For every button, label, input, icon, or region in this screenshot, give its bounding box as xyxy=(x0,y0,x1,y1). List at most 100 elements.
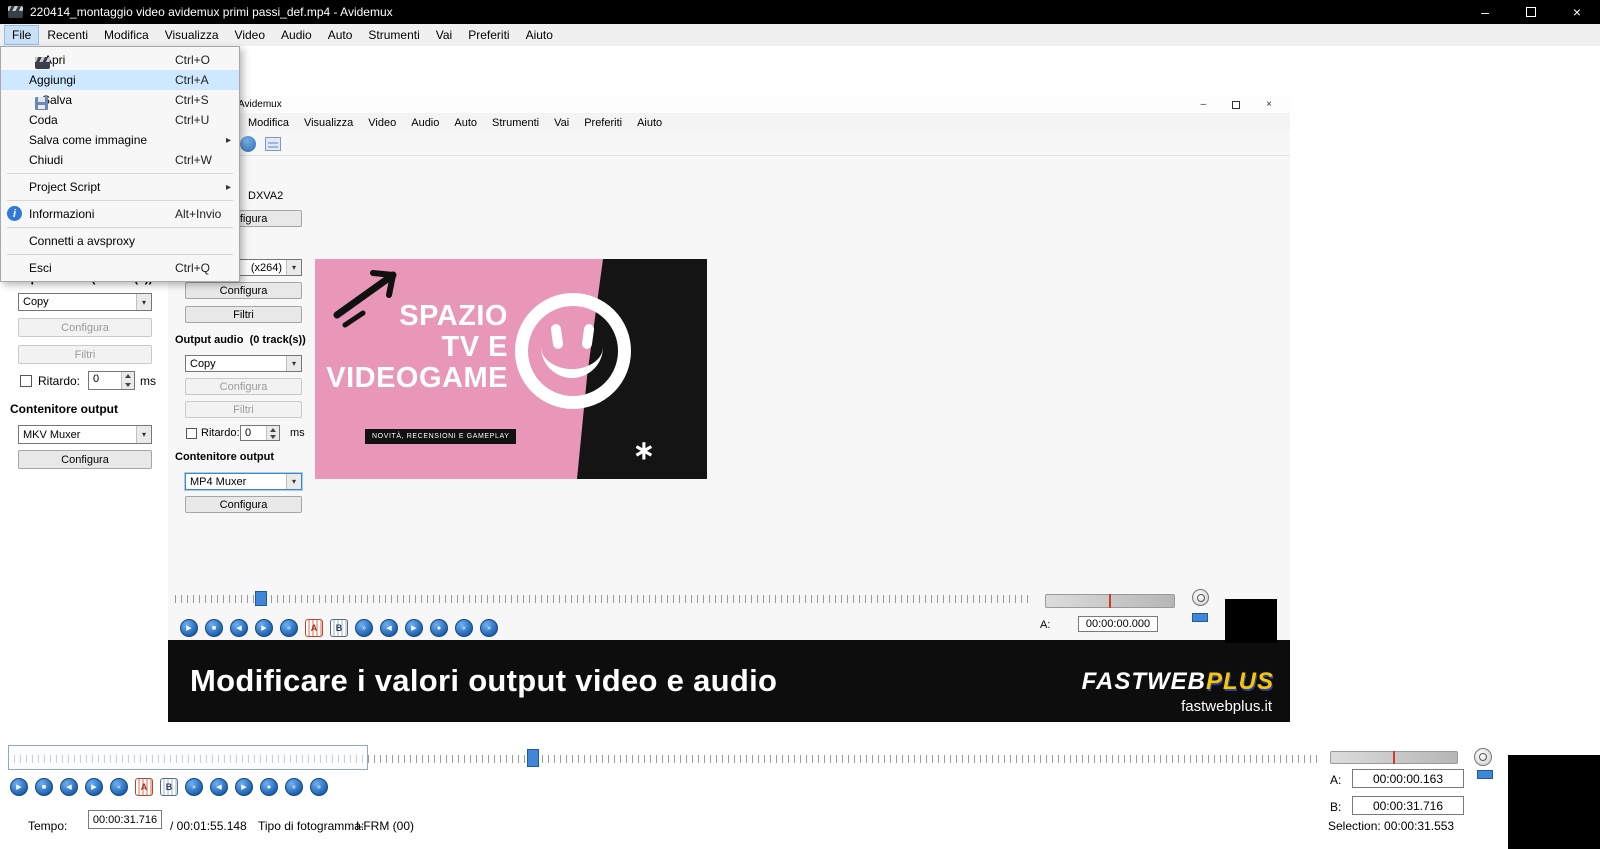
fastwebplus-logo: FASTWEBPLUS xyxy=(1082,668,1274,696)
menu-item-coda[interactable]: Coda Ctrl+U xyxy=(1,110,239,130)
menu-item-aggiungi[interactable]: Aggiungi Ctrl+A xyxy=(1,70,239,90)
ritardo-spinner[interactable]: 0 xyxy=(88,371,135,390)
marker-a-button[interactable]: A xyxy=(135,778,153,796)
menu-item-informazioni[interactable]: i Informazioni Alt+Invio xyxy=(1,204,239,224)
dropdown-arrow-icon: ▾ xyxy=(136,426,151,443)
inner-play-button: ▶ xyxy=(180,619,198,637)
maximize-button[interactable] xyxy=(1508,0,1554,24)
spin-up-icon[interactable] xyxy=(122,372,134,381)
inner-next-frame-button: ▶ xyxy=(255,619,273,637)
menu-visualizza[interactable]: Visualizza xyxy=(157,25,227,45)
inner-a-time-field: 00:00:00.000 xyxy=(1078,616,1158,632)
next-keyframe-button[interactable]: » xyxy=(185,778,203,796)
prev-keyframe-button[interactable]: « xyxy=(110,778,128,796)
menu-preferiti[interactable]: Preferiti xyxy=(460,25,517,45)
inner-menu-video: Video xyxy=(368,117,396,129)
inner-audio-codec-select: Copy ▾ xyxy=(185,355,302,372)
inner-zoom-indicator xyxy=(1192,613,1208,622)
file-menu-dropdown: Apri Ctrl+O Aggiungi Ctrl+A Salva Ctrl+S… xyxy=(0,46,240,282)
minimize-button[interactable]: – xyxy=(1462,0,1508,24)
video-frame-thumbnail: SPAZIO TV E VIDEOGAME NOVITÀ, RECENSIONI… xyxy=(315,259,707,479)
play-button[interactable]: ▶ xyxy=(10,778,28,796)
inner-contenitore-label: Contenitore output xyxy=(175,451,274,463)
inner-timeline-ruler xyxy=(175,590,1030,608)
menu-video[interactable]: Video xyxy=(227,25,273,45)
volume-slider[interactable] xyxy=(1330,751,1458,764)
menu-recenti[interactable]: Recenti xyxy=(39,25,96,45)
audio-codec-select[interactable]: Copy ▾ xyxy=(18,293,152,311)
inner-window-controls: – × xyxy=(1201,99,1272,110)
menu-modifica[interactable]: Modifica xyxy=(96,25,157,45)
inner-minimize-icon: – xyxy=(1201,99,1207,110)
menu-item-esci[interactable]: Esci Ctrl+Q xyxy=(1,258,239,278)
menu-item-connetti-avsproxy[interactable]: Connetti a avsproxy xyxy=(1,231,239,251)
timeline-position-handle[interactable] xyxy=(527,749,539,767)
inner-gain-dial-icon xyxy=(1192,589,1209,606)
inner-decoder-label: DXVA2 xyxy=(248,190,283,202)
last-frame-button[interactable]: » xyxy=(310,778,328,796)
inner-ritardo-checkbox xyxy=(186,428,197,439)
titlebar: 220414_montaggio video avidemux primi pa… xyxy=(0,0,1600,24)
ms-label: ms xyxy=(140,374,156,388)
inner-muxer-select: MP4 Muxer ▾ xyxy=(185,473,302,490)
close-button[interactable]: × xyxy=(1554,0,1600,24)
window-title: 220414_montaggio video avidemux primi pa… xyxy=(30,5,393,19)
timeline-ruler[interactable] xyxy=(8,745,1320,772)
save-icon xyxy=(35,97,48,110)
frame-type-value: I-FRM (00) xyxy=(356,819,414,833)
ritardo-checkbox[interactable] xyxy=(20,375,32,387)
marker-a-time-field: 00:00:00.163 xyxy=(1352,769,1464,788)
next-frame-button[interactable]: ▶ xyxy=(85,778,103,796)
next-cut-button[interactable]: ▶ xyxy=(235,778,253,796)
zoom-indicator xyxy=(1477,770,1493,779)
black-frame-button[interactable]: ● xyxy=(260,778,278,796)
first-frame-button[interactable]: « xyxy=(285,778,303,796)
inner-a-label: A: xyxy=(1040,619,1050,631)
video-caption-bar: Modificare i valori output video e audio… xyxy=(168,640,1290,722)
inner-first-frame-button: « xyxy=(455,619,473,637)
menu-item-salva-come-immagine[interactable]: Salva come immagine ▸ xyxy=(1,130,239,150)
menu-item-chiudi[interactable]: Chiudi Ctrl+W xyxy=(1,150,239,170)
menu-separator xyxy=(7,200,233,201)
transport-controls: ▶ ■ ◀ ▶ « A B » ◀ ▶ ● « » xyxy=(10,778,328,796)
menu-aiuto[interactable]: Aiuto xyxy=(518,25,561,45)
inner-black-frame-button: ● xyxy=(430,619,448,637)
inner-volume-marker xyxy=(1109,594,1111,608)
menu-audio[interactable]: Audio xyxy=(273,25,320,45)
gain-dial-icon[interactable] xyxy=(1474,748,1492,766)
prev-cut-button[interactable]: ◀ xyxy=(210,778,228,796)
muxer-select[interactable]: MKV Muxer ▾ xyxy=(18,425,152,444)
muxer-configura-button[interactable]: Configura xyxy=(18,450,152,469)
stop-button[interactable]: ■ xyxy=(35,778,53,796)
marker-b-button[interactable]: B xyxy=(160,778,178,796)
spin-down-icon[interactable] xyxy=(122,381,134,390)
frame-type-label: Tipo di fotogramma: xyxy=(258,819,364,833)
inner-menu-audio: Audio xyxy=(411,117,439,129)
prev-frame-button[interactable]: ◀ xyxy=(60,778,78,796)
ritardo-label: Ritardo: xyxy=(38,374,80,388)
volume-marker xyxy=(1393,751,1395,764)
marker-b-label: B: xyxy=(1330,800,1341,814)
menu-separator xyxy=(7,173,233,174)
menu-auto[interactable]: Auto xyxy=(320,25,361,45)
selection-duration-label: Selection: 00:00:31.553 xyxy=(1328,819,1454,833)
inner-menu-vai: Vai xyxy=(554,117,569,129)
dropdown-arrow-icon: ▾ xyxy=(136,294,151,310)
menu-item-apri[interactable]: Apri Ctrl+O xyxy=(1,50,239,70)
dropdown-arrow-icon: ▾ xyxy=(286,260,301,275)
menu-vai[interactable]: Vai xyxy=(428,25,460,45)
menu-item-project-script[interactable]: Project Script ▸ xyxy=(1,177,239,197)
caption-site: fastwebplus.it xyxy=(1181,698,1272,715)
inner-stop-button: ■ xyxy=(205,619,223,637)
inner-menu-aiuto: Aiuto xyxy=(637,117,662,129)
inner-ms-label: ms xyxy=(290,427,305,439)
menu-strumenti[interactable]: Strumenti xyxy=(360,25,427,45)
menu-item-salva[interactable]: Salva Ctrl+S xyxy=(1,90,239,110)
tempo-field[interactable]: 00:00:31.716 xyxy=(88,810,162,829)
menubar: File Recenti Modifica Visualizza Video A… xyxy=(0,24,1600,46)
inner-menu-visualizza: Visualizza xyxy=(304,117,353,129)
menu-separator xyxy=(7,254,233,255)
inner-next-keyframe-button: » xyxy=(355,619,373,637)
menu-file[interactable]: File xyxy=(4,25,39,45)
marker-b-time-field: 00:00:31.716 xyxy=(1352,796,1464,815)
